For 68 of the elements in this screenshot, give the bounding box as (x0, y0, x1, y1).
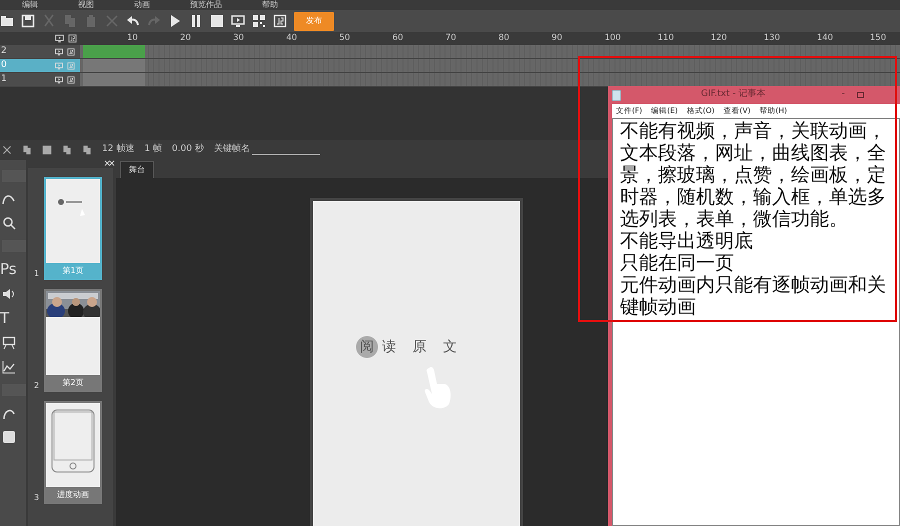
menu-item[interactable]: 动画 (134, 0, 150, 10)
ruler-label: 50 (339, 32, 352, 45)
tool-label[interactable]: T (0, 311, 10, 326)
ruler-label: 140 (816, 32, 834, 45)
frame-label: 1 帧 (144, 143, 162, 156)
chart-icon[interactable] (2, 360, 16, 374)
stop-icon[interactable] (42, 145, 52, 155)
read-original-label[interactable]: 读 原 文 (382, 336, 463, 358)
phone-icon (51, 409, 95, 473)
easel-icon[interactable] (2, 336, 16, 350)
maximize-icon[interactable] (856, 92, 864, 98)
page-thumbnail[interactable]: 进度动画 (44, 401, 102, 504)
play-icon[interactable] (168, 14, 182, 28)
ruler-label: 150 (870, 32, 888, 45)
text-paragraph: 不能有视频，声音，关联动画，文本段落，网址，曲线图表，全景，擦玻璃，点赞，绘画板，定时器，随机数，输入框，单选多选列表，表单，微信功能。 (620, 120, 887, 230)
layer-name: 0 (1, 58, 8, 72)
ruler-label: 30 (233, 32, 245, 45)
pen-icon[interactable] (2, 192, 16, 206)
window-title: GIF.txt - 记事本 (701, 88, 766, 102)
layer-row[interactable]: 1 (0, 73, 80, 86)
js-icon[interactable] (273, 14, 287, 28)
ruler-label: 100 (604, 32, 622, 45)
stage-tab[interactable]: 舞台 (120, 161, 154, 178)
delete-icon[interactable] (2, 145, 12, 155)
copy-icon[interactable] (22, 145, 32, 155)
text-area[interactable]: 不能有视频，声音，关联动画，文本段落，网址，曲线图表，全景，擦玻璃，点赞，绘画板，定时器，随机数，输入框，单选多选列表，表单，微信功能。 不能导出透明底 只能在同一页 元件动画内只能有逐帧动画和关键帧动画 (612, 118, 900, 526)
ruler-label: 70 (445, 32, 458, 45)
ruler-label: 130 (764, 32, 781, 45)
pause-icon[interactable] (189, 14, 203, 28)
search-icon[interactable] (2, 216, 16, 230)
text-paragraph: 只能在同一页 (620, 252, 735, 274)
menu-item[interactable]: 编辑 (22, 0, 38, 10)
page-thumbnail[interactable]: 第2页 (44, 289, 102, 392)
page-number: 1 (34, 268, 40, 280)
text-paragraph: 元件动画内只能有逐帧动画和关键帧动画 (620, 274, 887, 318)
close-icon[interactable]: × (108, 160, 116, 168)
close-icon[interactable]: × (103, 160, 111, 168)
thumbnail-preview-drawing (58, 199, 88, 217)
notepad-icon (612, 90, 621, 100)
page-number: 3 (34, 492, 40, 504)
menu-item[interactable]: 视图 (78, 0, 94, 10)
ruler-label: 80 (498, 32, 510, 45)
layer-name: 1 (1, 72, 8, 86)
ruler-label: 90 (552, 32, 564, 45)
menu-item[interactable]: 预览作品 (190, 0, 222, 10)
stop-icon[interactable] (210, 14, 224, 28)
save-icon[interactable] (21, 14, 35, 28)
ruler-label: 20 (180, 32, 192, 45)
ruler-label: 60 (392, 32, 404, 45)
fps-label: 12 帧速 (102, 143, 134, 156)
ruler-label: 10 (127, 32, 139, 45)
speaker-icon[interactable] (2, 287, 16, 301)
menu-item[interactable]: 帮助 (262, 0, 278, 10)
text-paragraph: 不能导出透明底 (620, 230, 754, 252)
ruler-label: 110 (658, 32, 675, 45)
folder-icon[interactable] (0, 14, 14, 28)
qr-code-icon[interactable] (252, 14, 266, 28)
time-label: 0.00 秒 (172, 143, 204, 156)
ruler-label: 120 (710, 32, 728, 45)
tool-label[interactable]: Ps (0, 262, 17, 277)
ruler-label: 40 (286, 32, 298, 45)
undo-icon[interactable] (126, 14, 140, 28)
square-icon[interactable] (2, 430, 16, 444)
keyframe-name-label: 关键帧名 (214, 143, 250, 156)
layer-row[interactable]: 2 (0, 45, 80, 58)
layer-name: 2 (1, 44, 8, 58)
page-number: 2 (34, 380, 40, 392)
preview-icon[interactable] (231, 14, 245, 28)
